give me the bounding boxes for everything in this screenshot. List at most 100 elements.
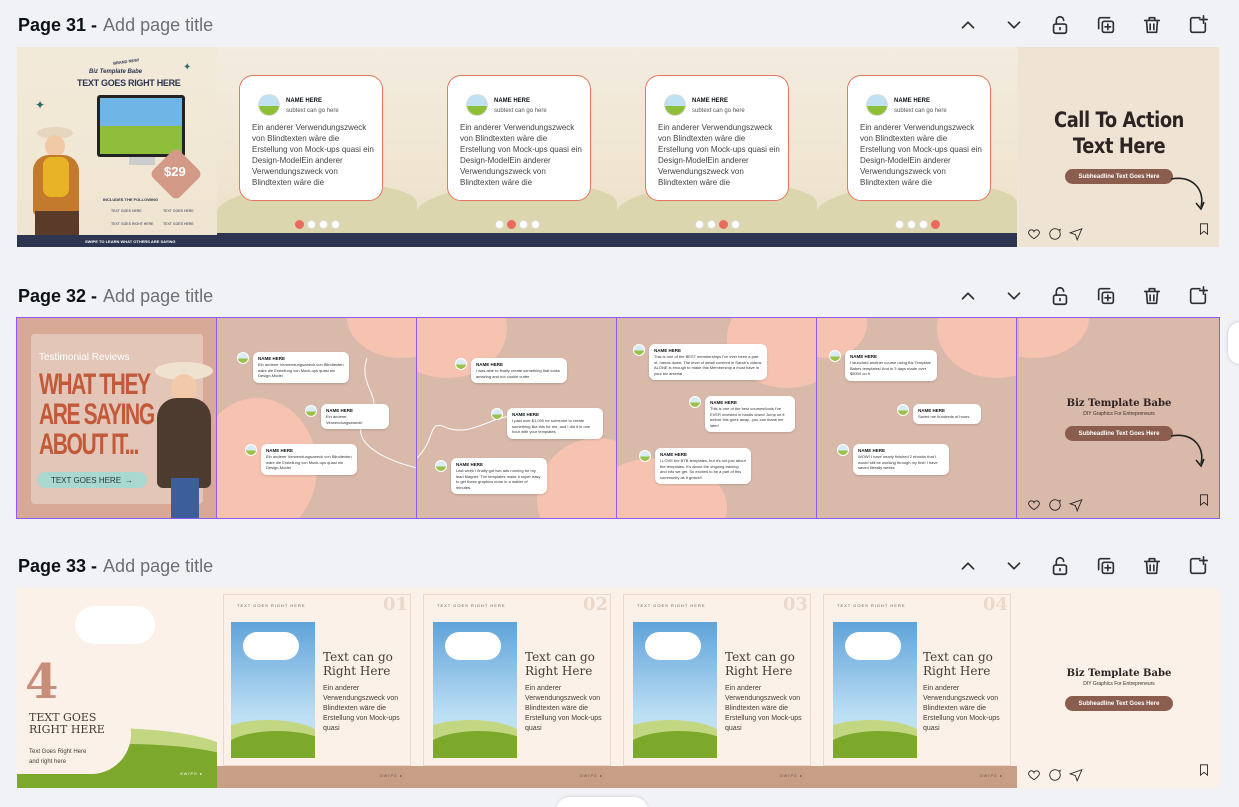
slide-testimonial-4[interactable]: NAME HERE subtext can go here Ein andere… <box>817 47 1017 247</box>
duplicate-page-button[interactable] <box>1087 10 1125 40</box>
avatar <box>829 350 841 362</box>
carousel-dots <box>417 220 617 229</box>
model-photo <box>21 117 91 241</box>
avatar <box>491 408 503 420</box>
slide-step-2[interactable]: TEXT GOES RIGHT HERE 02 Text can go Right… <box>417 588 617 788</box>
photo-placeholder <box>231 622 315 758</box>
bookmark-icon <box>1200 764 1208 777</box>
photo-placeholder <box>433 622 517 758</box>
testimonial-card: NAME HERE I was able to finally create so… <box>471 358 567 383</box>
page-title-input[interactable]: Add page title <box>103 556 213 577</box>
slide-title[interactable]: 4 TEXT GOES RIGHT HERE Text Goes Right H… <box>17 588 217 788</box>
lock-button[interactable] <box>1041 10 1079 40</box>
avatar <box>245 444 257 456</box>
unlock-icon <box>1052 15 1068 35</box>
trash-icon <box>1143 287 1161 305</box>
arrow-right-icon: → <box>125 475 134 485</box>
text-goes-here-button[interactable]: TEXT GOES HERE → <box>37 472 147 488</box>
chevron-down-icon <box>1007 21 1021 29</box>
page-title-input[interactable]: Add page title <box>103 15 213 36</box>
slide-testimonials-d[interactable]: NAME HERE I launched another course using… <box>817 318 1017 518</box>
duplicate-page-button[interactable] <box>1087 551 1125 581</box>
page-number: Page 32 <box>18 285 87 306</box>
add-page-icon <box>1189 15 1208 34</box>
page-31-header: Page 31 - Add page title <box>18 14 214 36</box>
move-down-button[interactable] <box>995 10 1033 40</box>
testimonial-card: NAME HERE subtext can go here Ein andere… <box>239 75 383 201</box>
lock-button[interactable] <box>1041 281 1079 311</box>
move-up-button[interactable] <box>949 551 987 581</box>
delete-page-button[interactable] <box>1133 551 1171 581</box>
delete-page-button[interactable] <box>1133 281 1171 311</box>
curved-arrow-icon <box>1170 177 1205 211</box>
slide-cta[interactable]: Biz Template Babe DIY Graphics For Entre… <box>1019 318 1219 518</box>
model-photo <box>147 358 216 518</box>
move-down-button[interactable] <box>995 281 1033 311</box>
unlock-icon <box>1052 556 1068 576</box>
slide-step-1[interactable]: TEXT GOES RIGHT HERE 01 Text can go Right… <box>217 588 417 788</box>
heart-icon <box>1028 500 1040 511</box>
slide-cta[interactable]: Biz Template Babe DIY Graphics For Entre… <box>1019 588 1219 788</box>
move-up-button[interactable] <box>949 281 987 311</box>
page-32-header: Page 32 - Add page title <box>18 285 214 307</box>
page-31-toolbar <box>949 10 1217 40</box>
slide-promo[interactable]: BRAND NEW! Biz Template Babe TEXT GOES R… <box>17 47 217 247</box>
testimonial-card: NAME HERE WOW! I have nearly finished 2 e… <box>853 444 949 475</box>
lock-button[interactable] <box>1041 551 1079 581</box>
sparkle-icon: ✦ <box>35 98 46 112</box>
page-title-input[interactable]: Add page title <box>103 286 213 307</box>
page-32-toolbar <box>949 281 1217 311</box>
avatar <box>664 94 686 116</box>
avatar <box>258 94 280 116</box>
testimonial-card: NAME HERE I launched another course using… <box>845 350 937 381</box>
slide-cta[interactable]: Call To Action Text Here Subheadline Tex… <box>1019 47 1219 247</box>
add-page-button[interactable] <box>1179 551 1217 581</box>
avatar <box>866 94 888 116</box>
comment-icon <box>1049 769 1061 781</box>
avatar <box>435 460 447 472</box>
add-page-icon <box>1189 286 1208 305</box>
curved-arrow-icon <box>1170 434 1205 468</box>
carousel-dots <box>217 220 417 229</box>
slide-testimonial-1[interactable]: NAME HERE subtext can go here Ein andere… <box>217 47 417 247</box>
duplicate-icon <box>1097 16 1115 34</box>
testimonial-card: NAME HERE I LOVE the BTB templates, but i… <box>655 448 751 484</box>
pages-panel-toggle[interactable] <box>556 797 648 807</box>
side-panel-toggle[interactable] <box>1228 322 1239 364</box>
avatar <box>639 450 651 462</box>
page-33-canvas[interactable]: 4 TEXT GOES RIGHT HERE Text Goes Right H… <box>17 588 1219 788</box>
slide-testimonials-b[interactable]: NAME HERE I was able to finally create so… <box>417 318 617 518</box>
sparkle-icon: ✦ <box>183 62 192 73</box>
avatar <box>237 352 249 364</box>
slide-step-3[interactable]: TEXT GOES RIGHT HERE 03 Text can go Right… <box>617 588 817 788</box>
monitor-mockup <box>97 95 185 157</box>
comment-icon <box>1049 499 1061 511</box>
move-down-button[interactable] <box>995 551 1033 581</box>
add-page-button[interactable] <box>1179 281 1217 311</box>
photo-placeholder <box>633 622 717 758</box>
heart-icon <box>1028 229 1040 240</box>
send-icon <box>1069 228 1083 241</box>
delete-page-button[interactable] <box>1133 10 1171 40</box>
slide-title[interactable]: Testimonial Reviews WHAT THEY ARE SAYING… <box>17 318 217 518</box>
slide-step-4[interactable]: TEXT GOES RIGHT HERE 04 Text can go Right… <box>817 588 1017 788</box>
testimonial-card: NAME HERE This is one of the BEST members… <box>649 344 767 380</box>
testimonial-card: NAME HERE I paid over $1,000 for someone … <box>507 408 603 439</box>
chevron-up-icon <box>961 562 975 570</box>
avatar <box>837 444 849 456</box>
slide-testimonial-3[interactable]: NAME HERE subtext can go here Ein andere… <box>617 47 817 247</box>
page-33-toolbar <box>949 551 1217 581</box>
add-page-button[interactable] <box>1179 10 1217 40</box>
chevron-up-icon <box>961 21 975 29</box>
avatar <box>305 405 317 417</box>
testimonial-card: NAME HERE subtext can go here Ein andere… <box>447 75 591 201</box>
send-icon <box>1069 499 1083 512</box>
page-32-canvas[interactable]: Testimonial Reviews WHAT THEY ARE SAYING… <box>16 317 1220 519</box>
duplicate-page-button[interactable] <box>1087 281 1125 311</box>
slide-testimonial-2[interactable]: NAME HERE subtext can go here Ein andere… <box>417 47 617 247</box>
slide-testimonials-a[interactable]: NAME HERE Ein anderer Verwendungszweck vo… <box>217 318 417 518</box>
slide-testimonials-c[interactable]: NAME HERE This is one of the BEST members… <box>617 318 817 518</box>
page-31-canvas[interactable]: BRAND NEW! Biz Template Babe TEXT GOES R… <box>17 47 1219 247</box>
page-number: Page 33 <box>18 555 87 576</box>
move-up-button[interactable] <box>949 10 987 40</box>
